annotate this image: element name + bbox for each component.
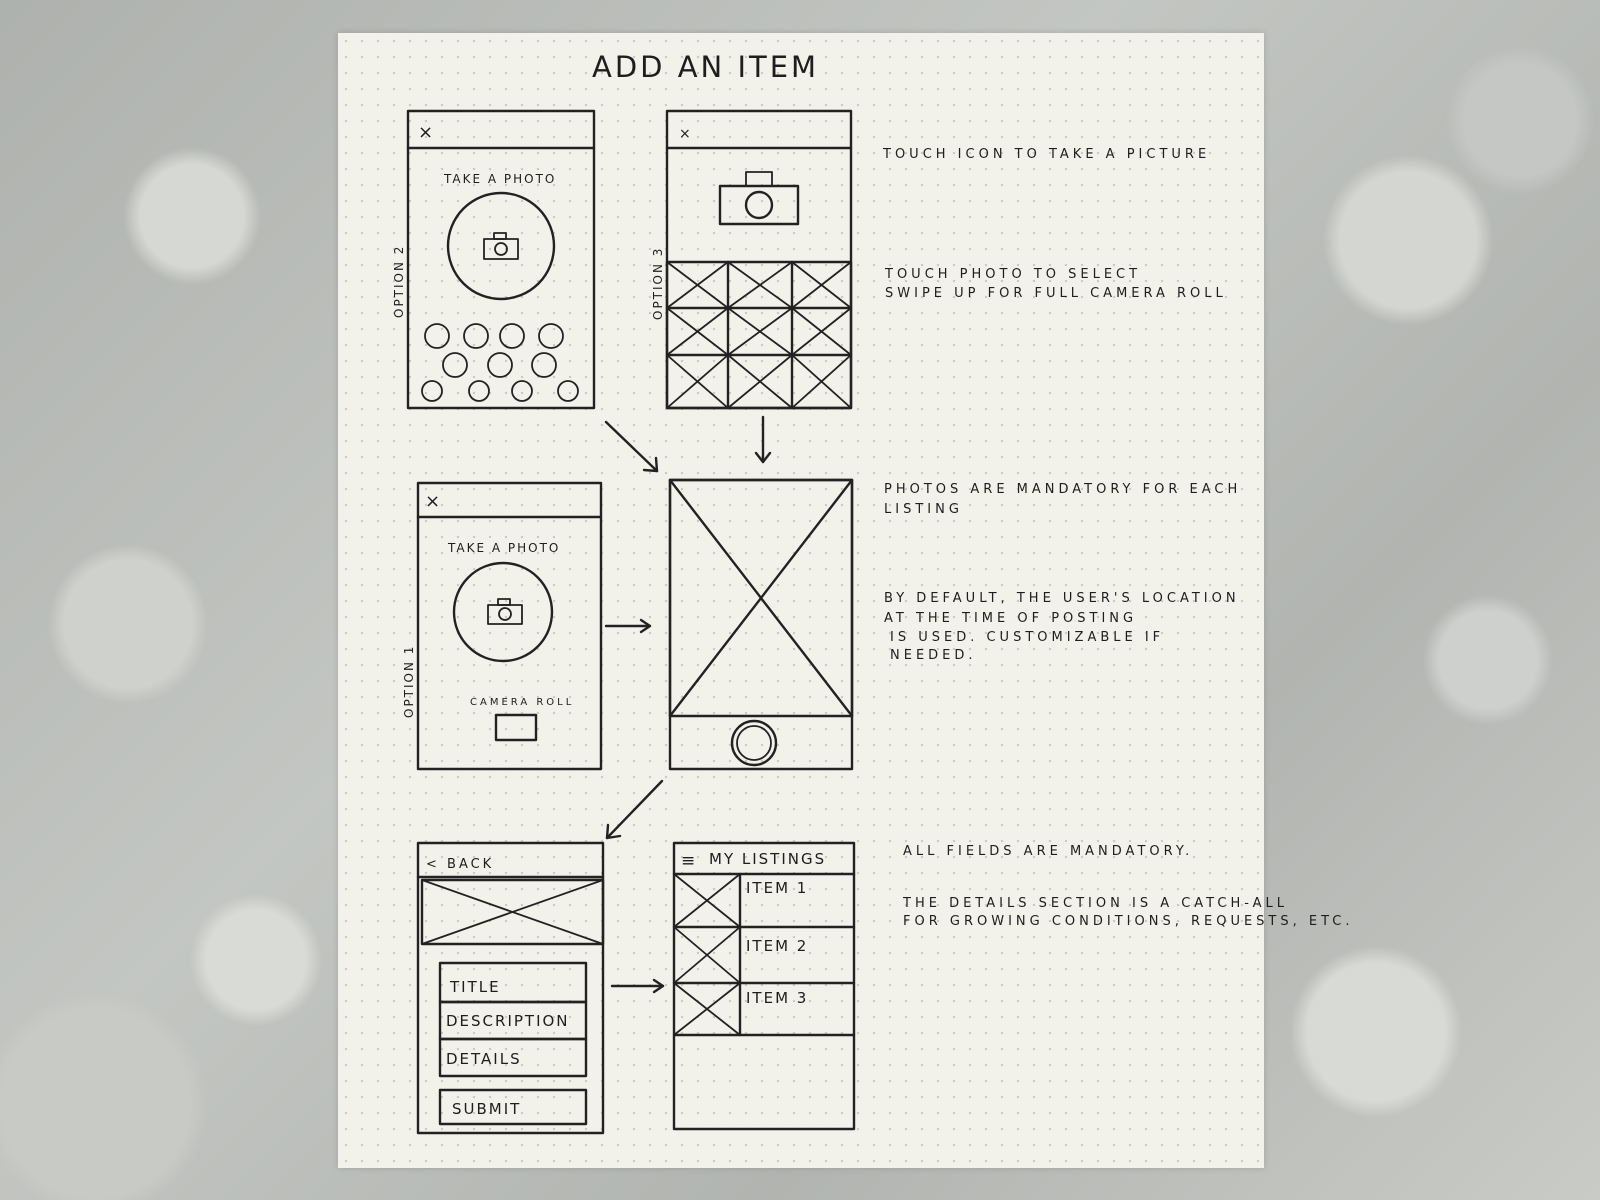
note-details-1: THE DETAILS SECTION IS A CATCH-ALL bbox=[902, 896, 1288, 911]
listing-thumbnails bbox=[673, 873, 741, 1036]
camera-icon bbox=[483, 232, 519, 260]
arrow-preview-to-form bbox=[605, 779, 664, 840]
camera-roll-grid[interactable] bbox=[665, 260, 853, 410]
option1-screen: × TAKE A PHOTO CAMERA ROLL OPTION 1 bbox=[402, 481, 603, 771]
option3-label: OPTION 3 bbox=[651, 247, 665, 320]
menu-icon[interactable]: ≡ bbox=[681, 851, 698, 871]
note-location-1: BY DEFAULT, THE USER'S LOCATION bbox=[884, 591, 1240, 606]
take-photo-heading: TAKE A PHOTO bbox=[443, 172, 556, 186]
listings-heading: MY LISTINGS bbox=[709, 850, 826, 868]
note-touch-photo: TOUCH PHOTO TO SELECT bbox=[884, 267, 1141, 282]
camera-roll-button[interactable] bbox=[494, 713, 538, 742]
arrow-option2-to-preview bbox=[604, 420, 659, 473]
option1-label: OPTION 1 bbox=[402, 645, 416, 718]
photo-thumbnails-row[interactable] bbox=[421, 323, 579, 402]
sketch-title: ADD AN ITEM bbox=[592, 50, 819, 84]
note-details-2: FOR GROWING CONDITIONS, REQUESTS, ETC. bbox=[903, 914, 1353, 929]
note-photos-mandatory: PHOTOS ARE MANDATORY FOR EACH bbox=[884, 482, 1241, 497]
camera-icon[interactable] bbox=[718, 171, 800, 226]
submit-label: SUBMIT bbox=[452, 1100, 521, 1118]
list-item[interactable]: ITEM 1 bbox=[746, 879, 808, 897]
annotations: TOUCH ICON TO TAKE A PICTURE TOUCH PHOTO… bbox=[882, 147, 1353, 929]
note-location-2: AT THE TIME OF POSTING bbox=[884, 611, 1137, 626]
capture-button[interactable] bbox=[452, 561, 554, 663]
back-button[interactable]: < BACK bbox=[426, 857, 494, 872]
close-icon[interactable]: × bbox=[679, 126, 694, 142]
note-swipe-up: SWIPE UP FOR FULL CAMERA ROLL bbox=[885, 286, 1227, 301]
wireframe-sketch: ADD AN ITEM × TAKE A PHOTO OPTION 2 × OP… bbox=[392, 50, 1353, 1135]
field-label-title: TITLE bbox=[449, 978, 501, 996]
note-fields-mandatory: ALL FIELDS ARE MANDATORY. bbox=[903, 844, 1193, 859]
note-location-4: NEEDED. bbox=[890, 648, 977, 663]
note-location-3: IS USED. CUSTOMIZABLE IF bbox=[890, 630, 1164, 645]
camera-icon bbox=[487, 598, 523, 625]
shutter-button[interactable] bbox=[730, 719, 778, 767]
capture-button[interactable] bbox=[446, 191, 556, 301]
arrow-form-to-listings bbox=[610, 978, 665, 994]
item-form-screen: < BACK TITLE DESCRIPTION DETAILS SUBMIT bbox=[416, 841, 605, 1135]
arrow-option3-to-preview bbox=[754, 415, 772, 464]
option3-screen: × OPTION 3 bbox=[651, 109, 853, 410]
photo-preview-screen bbox=[668, 478, 854, 771]
field-label-description: DESCRIPTION bbox=[446, 1012, 570, 1030]
field-label-details: DETAILS bbox=[446, 1050, 522, 1068]
page-background: { "title": "ADD AN ITEM", "screens": { "… bbox=[0, 0, 1600, 1200]
close-icon[interactable]: × bbox=[418, 122, 436, 143]
close-icon[interactable]: × bbox=[425, 491, 443, 512]
list-item[interactable]: ITEM 2 bbox=[746, 937, 808, 955]
my-listings-screen: ≡ MY LISTINGS ITEM 1 ITEM 2 ITEM 3 bbox=[672, 841, 856, 1131]
note-touch-icon: TOUCH ICON TO TAKE A PICTURE bbox=[882, 147, 1210, 162]
take-photo-heading: TAKE A PHOTO bbox=[447, 541, 560, 555]
note-listing: LISTING bbox=[884, 502, 963, 517]
arrow-option1-to-preview bbox=[604, 618, 652, 634]
option2-label: OPTION 2 bbox=[392, 245, 406, 318]
camera-roll-label: CAMERA ROLL bbox=[470, 697, 574, 708]
list-item[interactable]: ITEM 3 bbox=[746, 989, 808, 1007]
option2-screen: × TAKE A PHOTO OPTION 2 bbox=[392, 109, 596, 410]
